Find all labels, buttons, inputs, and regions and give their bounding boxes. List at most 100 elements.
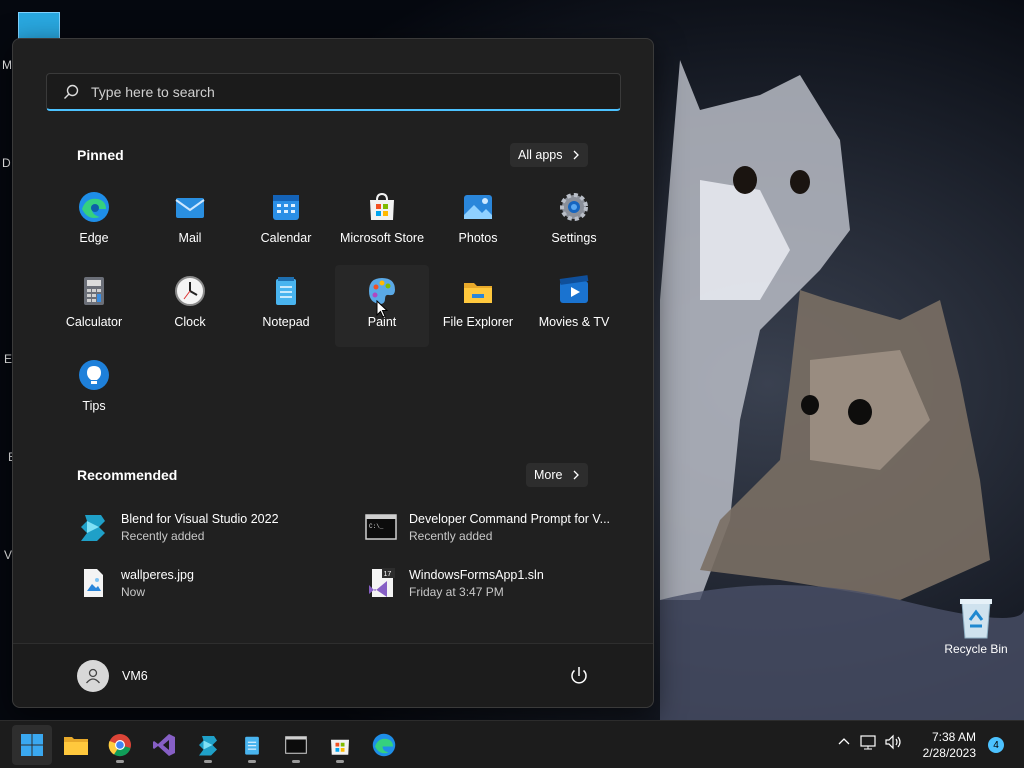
pinned-app-movies-tv[interactable]: Movies & TV xyxy=(527,265,621,347)
folder-icon xyxy=(464,283,492,303)
all-apps-button[interactable]: All apps xyxy=(510,143,589,167)
search-input[interactable]: Type here to search xyxy=(91,84,215,100)
avatar xyxy=(77,660,109,692)
recommended-item[interactable]: wallperes.jpg Now xyxy=(75,561,345,605)
store-icon xyxy=(331,739,349,755)
desktop-icon-fragment[interactable] xyxy=(18,12,60,40)
recommended-subtitle: Recently added xyxy=(121,528,205,543)
pinned-app-settings[interactable]: Settings xyxy=(527,181,621,263)
taskbar-edge[interactable] xyxy=(364,725,404,765)
pinned-app-file-explorer[interactable]: File Explorer xyxy=(431,265,525,347)
pinned-app-microsoft-store[interactable]: Microsoft Store xyxy=(335,181,429,263)
edge-icon xyxy=(79,192,109,222)
running-indicator xyxy=(292,760,300,763)
app-label: Notepad xyxy=(262,315,310,329)
app-label: Calculator xyxy=(65,315,123,329)
start-menu: Type here to search Pinned All apps Edge… xyxy=(12,38,654,708)
user-account-button[interactable]: VM6 xyxy=(77,660,148,692)
pinned-app-edge[interactable]: Edge xyxy=(47,181,141,263)
clock[interactable]: 7:38 AM 2/28/2023 xyxy=(918,729,976,761)
chevron-right-icon xyxy=(574,470,580,480)
app-label: Movies & TV xyxy=(538,315,610,329)
taskbar-visual-studio[interactable] xyxy=(144,725,184,765)
pinned-app-calculator[interactable]: Calculator xyxy=(47,265,141,347)
search-icon xyxy=(64,84,79,99)
vs-solution-icon: 17 xyxy=(369,568,395,597)
pinned-app-tips[interactable]: Tips xyxy=(47,349,141,431)
pinned-app-photos[interactable]: Photos xyxy=(431,181,525,263)
store-icon xyxy=(370,192,394,220)
desktop-label-fragment: V xyxy=(4,548,13,562)
file-explorer-icon xyxy=(64,737,88,755)
clock-time: 7:38 AM xyxy=(931,730,976,744)
start-icon xyxy=(21,734,43,756)
running-indicator xyxy=(248,760,256,763)
pinned-app-calendar[interactable]: Calendar xyxy=(239,181,333,263)
search-box[interactable]: Type here to search xyxy=(46,73,621,111)
pinned-app-clock[interactable]: Clock xyxy=(143,265,237,347)
recommended-heading: Recommended xyxy=(77,467,178,483)
recycle-bin[interactable]: Recycle Bin xyxy=(940,596,1012,656)
recycle-bin-icon xyxy=(960,599,992,639)
blend-icon xyxy=(81,515,105,541)
app-label: Mail xyxy=(178,231,202,245)
recommended-item[interactable]: Blend for Visual Studio 2022 Recently ad… xyxy=(75,505,345,549)
pinned-heading: Pinned xyxy=(77,147,124,163)
desktop-label-fragment: D xyxy=(2,156,11,170)
app-label: Edge xyxy=(79,231,109,245)
system-tray xyxy=(836,733,904,751)
calculator-icon xyxy=(84,277,104,305)
desktop-label-fragment: M xyxy=(2,58,12,72)
start-menu-footer: VM6 xyxy=(13,643,653,707)
gear-icon xyxy=(560,193,588,221)
taskbar-chrome[interactable] xyxy=(100,725,140,765)
running-indicator xyxy=(116,760,124,763)
chevron-right-icon xyxy=(574,150,580,160)
pinned-app-paint[interactable]: Paint xyxy=(335,265,429,347)
clock-date: 2/28/2023 xyxy=(922,746,976,760)
taskbar-file-explorer[interactable] xyxy=(56,725,96,765)
power-button[interactable] xyxy=(567,664,591,688)
start-button[interactable] xyxy=(12,725,52,765)
lightbulb-icon xyxy=(79,360,109,390)
user-name: VM6 xyxy=(122,669,148,683)
movies-icon xyxy=(559,275,589,303)
taskbar-notepad[interactable] xyxy=(232,725,272,765)
chevron-up-icon[interactable] xyxy=(836,734,852,750)
taskbar-terminal[interactable] xyxy=(276,725,316,765)
recommended-item[interactable]: C:\_ Developer Command Prompt for V... R… xyxy=(363,505,633,549)
running-indicator xyxy=(204,760,212,763)
pinned-app-mail[interactable]: Mail xyxy=(143,181,237,263)
recommended-name: Developer Command Prompt for V... xyxy=(409,511,611,526)
recommended-name: Blend for Visual Studio 2022 xyxy=(121,511,279,526)
mail-icon xyxy=(175,198,205,218)
blend-icon xyxy=(199,736,217,756)
recommended-subtitle: Now xyxy=(121,584,146,599)
edge-icon xyxy=(372,733,396,757)
recommended-name: WindowsFormsApp1.sln xyxy=(409,567,544,582)
app-label: Tips xyxy=(82,399,106,413)
svg-text:C:\_: C:\_ xyxy=(369,523,384,530)
sln-version-badge: 17 xyxy=(384,571,392,578)
desktop: M D E E V Recycle Bin Type here to searc… xyxy=(0,0,1024,768)
all-apps-label: All apps xyxy=(518,148,563,162)
pinned-app-notepad[interactable]: Notepad xyxy=(239,265,333,347)
calendar-icon xyxy=(273,195,299,220)
app-label: Clock xyxy=(174,315,206,329)
terminal-icon: C:\_ xyxy=(365,514,397,540)
terminal-icon xyxy=(285,736,307,754)
app-label: Photos xyxy=(458,231,498,245)
taskbar-blend[interactable] xyxy=(188,725,228,765)
notepad-icon xyxy=(245,736,259,755)
network-icon[interactable] xyxy=(858,733,878,751)
user-icon xyxy=(85,668,101,684)
more-button[interactable]: More xyxy=(526,463,589,487)
running-indicator xyxy=(336,760,344,763)
volume-icon[interactable] xyxy=(884,733,904,751)
notification-badge[interactable]: 4 xyxy=(988,737,1004,753)
recommended-item[interactable]: 17 WindowsFormsApp1.sln Friday at 3:47 P… xyxy=(363,561,633,605)
visual-studio-icon xyxy=(153,734,175,756)
notepad-icon xyxy=(276,277,296,305)
app-label: File Explorer xyxy=(442,315,514,329)
taskbar-store[interactable] xyxy=(320,725,360,765)
